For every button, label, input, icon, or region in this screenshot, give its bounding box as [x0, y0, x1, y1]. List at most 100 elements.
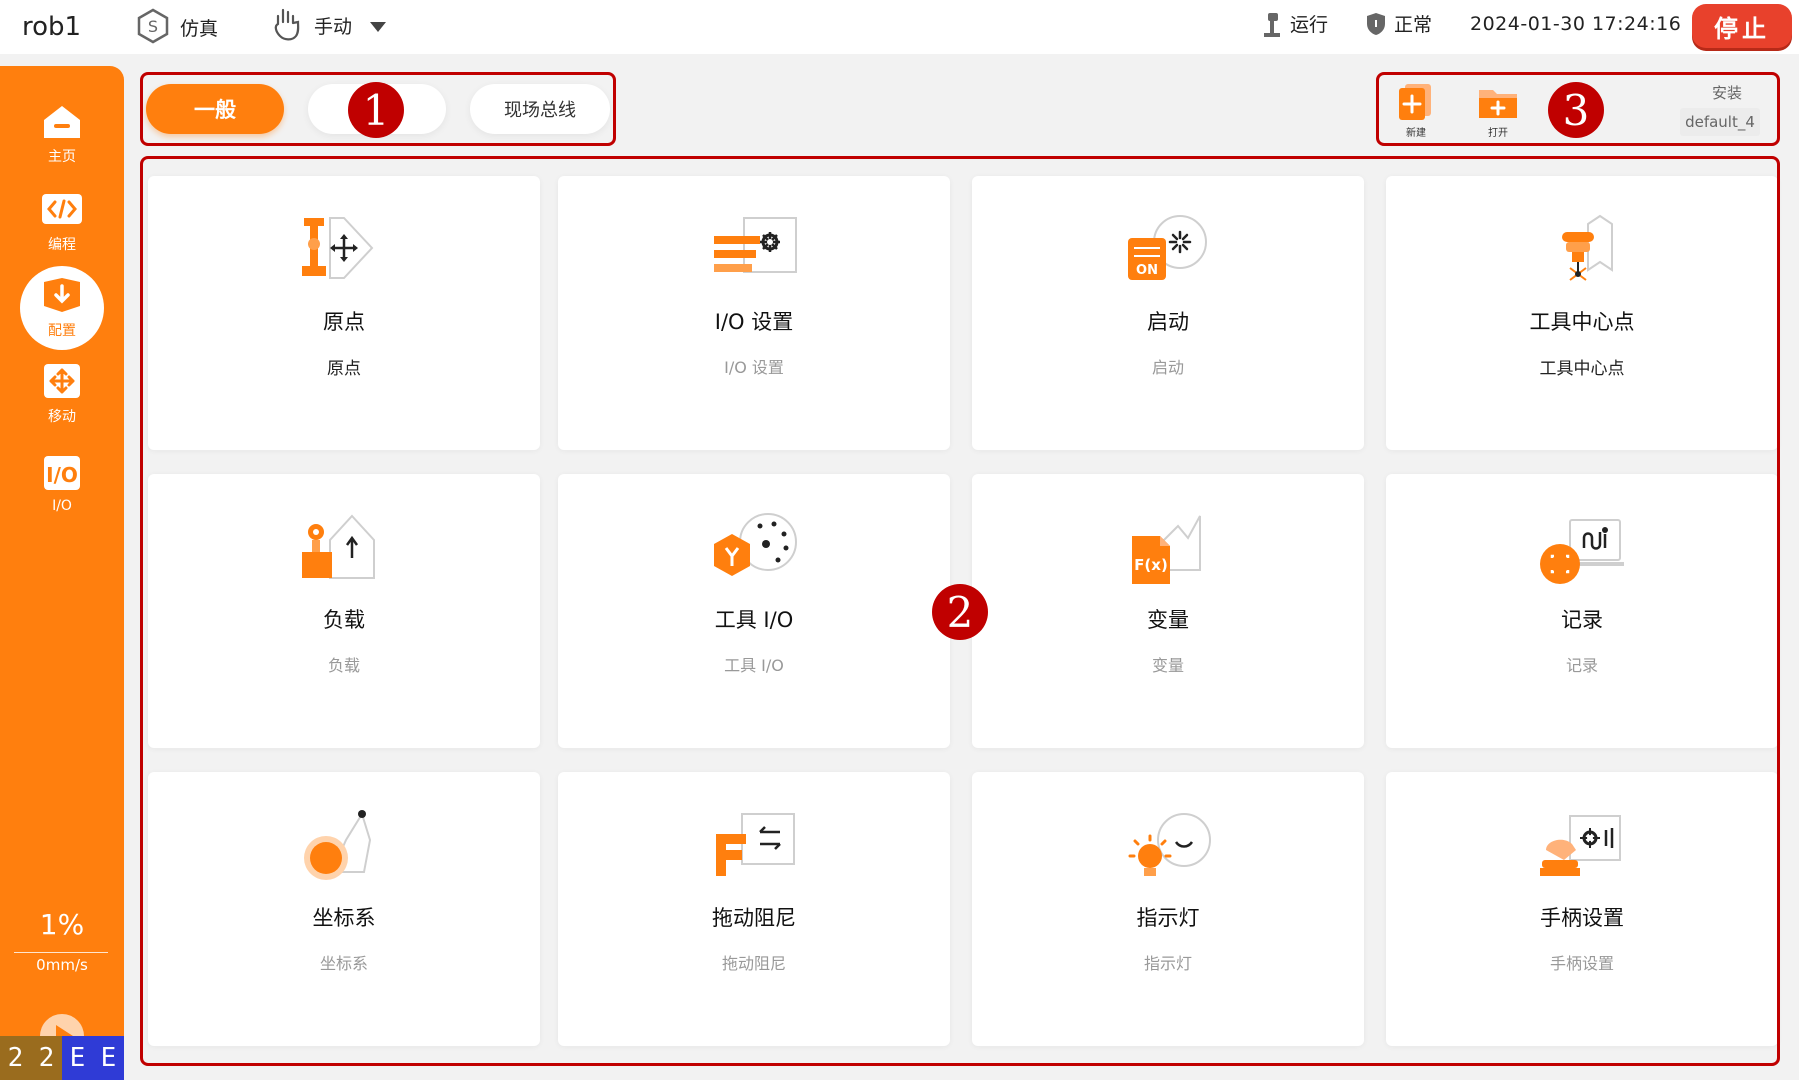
card-subtitle: 原点	[327, 359, 361, 379]
card-title: 工具 I/O	[714, 608, 794, 632]
card-tool-io[interactable]: 工具 I/O 工具 I/O	[558, 474, 950, 748]
payload-icon	[302, 514, 375, 579]
card-title: 负载	[323, 608, 365, 632]
hand-icon	[274, 8, 300, 41]
card-title: 工具中心点	[1529, 310, 1635, 334]
sidebar-item-label: 移动	[48, 409, 76, 425]
status-code-strip: 2 2 E E	[0, 1036, 124, 1080]
card-subtitle: 记录	[1565, 656, 1598, 675]
datetime: 2024-01-30 17:24:16	[1470, 13, 1682, 35]
chevron-down-icon	[370, 22, 387, 32]
card-subtitle: 工具 I/O	[724, 656, 784, 675]
home-icon	[44, 106, 80, 138]
new-button-label: 新建	[1406, 128, 1426, 139]
indicator-light-icon	[1128, 813, 1211, 876]
card-io-settings[interactable]: I/O 设置 I/O 设置	[558, 176, 950, 450]
card-handle-settings[interactable]: 手柄设置 手柄设置	[1386, 772, 1778, 1046]
folder-icon	[1479, 90, 1517, 118]
card-log[interactable]: 记录 记录	[1386, 474, 1778, 748]
card-tcp[interactable]: 工具中心点 工具中心点	[1386, 176, 1778, 450]
sidebar-item-label: 编程	[48, 237, 76, 253]
simulation-mode[interactable]: S 仿真	[136, 8, 218, 46]
card-subtitle: 工具中心点	[1539, 359, 1625, 379]
stop-button[interactable]: 停止	[1692, 4, 1792, 48]
origin-icon	[302, 217, 374, 279]
sim-badge-icon: S	[137, 8, 169, 44]
tool-io-icon	[714, 513, 797, 576]
sidebar-item-program[interactable]: 编程	[0, 180, 124, 264]
card-subtitle: 启动	[1151, 358, 1184, 377]
card-title: 原点	[323, 310, 365, 334]
config-icon	[44, 278, 80, 312]
status-code: E	[62, 1036, 93, 1080]
card-coordinate[interactable]: 坐标系 坐标系	[148, 772, 540, 1046]
card-startup[interactable]: ON 启动 启动	[972, 176, 1364, 450]
sidebar-item-label: 主页	[48, 149, 76, 165]
card-title: 变量	[1147, 608, 1189, 632]
io-icon: I/O	[44, 456, 80, 490]
sidebar-item-label: I/O	[52, 498, 72, 514]
card-variable[interactable]: F(x) 变量 变量	[972, 474, 1364, 748]
safety-status-label: 正常	[1394, 14, 1433, 36]
svg-text:ON: ON	[1136, 263, 1158, 278]
move-icon	[44, 364, 80, 398]
coordinate-icon	[304, 810, 372, 880]
safety-status: 正常	[1366, 10, 1432, 37]
status-code: 2	[31, 1036, 62, 1080]
card-title: 指示灯	[1136, 906, 1200, 930]
card-payload[interactable]: 负载 负载	[148, 474, 540, 748]
speed-value: 0mm/s	[36, 956, 88, 974]
sidebar-item-home[interactable]: 主页	[0, 92, 124, 176]
manual-mode-dropdown[interactable]: 手动	[270, 6, 387, 44]
install-config-name[interactable]: default_4	[1680, 108, 1760, 136]
svg-text:S: S	[148, 17, 158, 36]
card-indicator-light[interactable]: 指示灯 指示灯	[972, 772, 1364, 1046]
card-subtitle: 坐标系	[319, 954, 368, 973]
annotation-marker-1: 1	[348, 82, 404, 138]
drag-damping-icon	[716, 813, 795, 876]
simulation-label: 仿真	[180, 17, 219, 40]
run-status-label: 运行	[1290, 14, 1329, 36]
variable-icon: F(x)	[1132, 515, 1201, 584]
open-button[interactable]: 打开	[1474, 82, 1522, 139]
tab-fieldbus[interactable]: 现场总线	[470, 84, 610, 134]
code-icon	[42, 194, 82, 224]
tab-general[interactable]: 一般	[146, 84, 284, 134]
sidebar: 主页 编程 配置 移动 I/O I/O 1% 0mm/s	[0, 66, 124, 1080]
card-subtitle: 指示灯	[1143, 954, 1192, 973]
status-code: E	[93, 1036, 124, 1080]
robot-arm-icon	[1264, 12, 1280, 37]
card-subtitle: I/O 设置	[724, 358, 784, 377]
speed-divider	[14, 952, 108, 953]
annotation-marker-2: 2	[932, 584, 988, 640]
card-origin[interactable]: 原点 原点	[148, 176, 540, 450]
card-title: 坐标系	[312, 906, 376, 930]
sidebar-item-move[interactable]: 移动	[0, 352, 124, 436]
card-drag-damping[interactable]: 拖动阻尼 拖动阻尼	[558, 772, 950, 1046]
sidebar-item-label: 配置	[48, 323, 76, 339]
card-subtitle: 拖动阻尼	[721, 954, 786, 973]
annotation-marker-3: 3	[1548, 82, 1604, 138]
card-title: 拖动阻尼	[712, 906, 796, 930]
sidebar-item-io[interactable]: I/O I/O	[0, 442, 124, 526]
handle-settings-icon	[1540, 815, 1621, 876]
new-button[interactable]: 新建	[1392, 82, 1440, 139]
top-bar: rob1 S 仿真 手动 运行 正常 2024-01-30 17:24:16 停…	[0, 0, 1799, 54]
open-button-label: 打开	[1488, 128, 1508, 139]
card-subtitle: 变量	[1151, 656, 1184, 675]
card-title: I/O 设置	[714, 310, 794, 334]
run-status: 运行	[1262, 10, 1328, 37]
log-icon	[1540, 519, 1624, 584]
robot-name: rob1	[22, 12, 82, 42]
shield-icon	[1367, 12, 1385, 35]
card-title: 启动	[1147, 310, 1189, 334]
install-label: 安装	[1712, 84, 1743, 102]
svg-text:I/O: I/O	[46, 463, 78, 487]
new-file-icon	[1399, 84, 1431, 120]
file-actions: 新建 打开	[1392, 82, 1522, 139]
card-title: 手柄设置	[1540, 906, 1624, 930]
card-subtitle: 负载	[327, 656, 360, 675]
io-settings-icon	[714, 217, 797, 273]
sidebar-item-config[interactable]: 配置	[0, 266, 124, 350]
speed-percent: 1%	[39, 908, 85, 941]
